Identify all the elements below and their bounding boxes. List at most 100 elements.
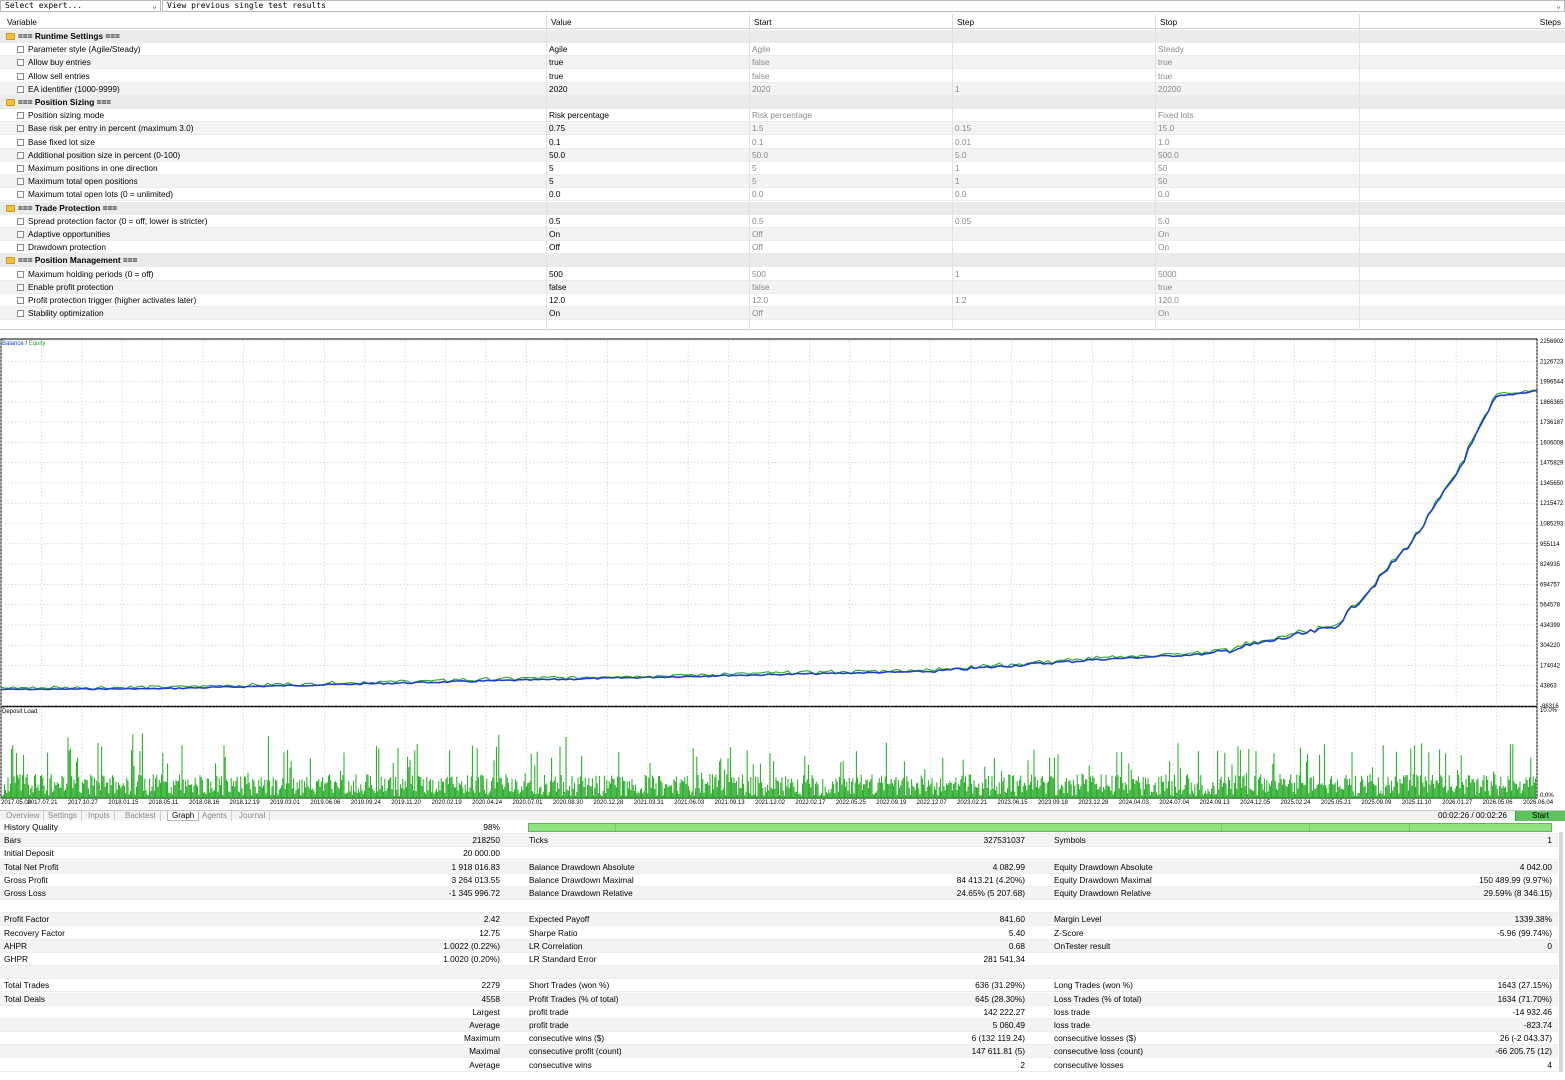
input-row[interactable]: Allow sell entries true false true <box>0 70 1565 83</box>
optimize-checkbox[interactable] <box>17 283 24 291</box>
input-stop[interactable]: On <box>1158 307 1169 320</box>
input-start[interactable]: false <box>752 281 770 294</box>
input-value[interactable]: true <box>549 70 563 83</box>
input-step[interactable]: 1 <box>955 162 960 175</box>
optimize-checkbox[interactable] <box>17 244 24 252</box>
input-row[interactable]: EA identifier (1000-9999) 2020 2020 1 20200 <box>0 82 1565 96</box>
input-start[interactable]: 1.5 <box>752 122 764 135</box>
input-value[interactable]: 2020 <box>549 83 567 96</box>
input-value[interactable]: false <box>549 281 567 294</box>
input-value[interactable]: Agile <box>549 43 567 56</box>
input-start[interactable]: 0.1 <box>752 136 764 149</box>
input-step[interactable]: 1 <box>955 268 960 281</box>
input-stop[interactable]: 50 <box>1158 162 1167 175</box>
input-value[interactable]: On <box>549 307 560 320</box>
expert-select[interactable]: Select expert... ⌄ <box>0 0 161 12</box>
input-stop[interactable]: 0.0 <box>1158 188 1170 201</box>
input-row[interactable]: Base risk per entry in percent (maximum … <box>0 122 1565 136</box>
optimize-checkbox[interactable] <box>17 231 24 238</box>
input-group-row[interactable]: === Position Management === <box>0 254 1565 268</box>
input-row[interactable]: Profit protection trigger (higher activa… <box>0 294 1565 307</box>
input-start[interactable]: false <box>752 56 770 69</box>
optimize-checkbox[interactable] <box>17 297 24 304</box>
header-variable[interactable]: Variable <box>7 17 37 27</box>
input-start[interactable]: 50.0 <box>752 149 768 162</box>
optimize-checkbox[interactable] <box>17 191 24 199</box>
input-step[interactable]: 5.0 <box>955 149 967 162</box>
input-step[interactable]: 1.2 <box>955 294 967 307</box>
input-start[interactable]: 0.0 <box>752 188 764 201</box>
input-value[interactable]: 12.0 <box>549 294 565 307</box>
input-start[interactable]: 5 <box>752 162 757 175</box>
input-stop[interactable]: true <box>1158 281 1172 294</box>
input-row[interactable]: Position sizing mode Risk percentage Risk … <box>0 109 1565 123</box>
input-value[interactable]: 0.5 <box>549 215 561 228</box>
header-steps[interactable]: Steps <box>1540 17 1561 27</box>
input-value[interactable]: 0.0 <box>549 188 561 201</box>
input-value[interactable]: true <box>549 56 563 69</box>
input-value[interactable]: 0.1 <box>549 136 561 149</box>
input-stop[interactable]: 5.0 <box>1158 215 1170 228</box>
input-start[interactable]: Risk percentage <box>752 109 812 122</box>
input-value[interactable]: 0.75 <box>549 122 565 135</box>
optimize-checkbox[interactable] <box>17 165 24 172</box>
input-value[interactable]: 5 <box>549 162 554 175</box>
input-value[interactable]: 500 <box>549 268 563 281</box>
input-stop[interactable]: On <box>1158 241 1169 254</box>
input-row[interactable]: Adaptive opportunities On Off On <box>0 228 1565 241</box>
optimize-checkbox[interactable] <box>17 125 24 133</box>
input-start[interactable]: Off <box>752 228 763 241</box>
input-value[interactable]: 5 <box>549 175 554 188</box>
input-start[interactable]: 500 <box>752 268 766 281</box>
input-step[interactable]: 0.15 <box>955 122 971 135</box>
input-start[interactable]: Agile <box>752 43 770 56</box>
optimize-checkbox[interactable] <box>17 112 24 120</box>
input-start[interactable]: 2020 <box>752 83 770 96</box>
input-row[interactable]: Enable profit protection false false true <box>0 280 1565 294</box>
input-stop[interactable]: 50 <box>1158 175 1167 188</box>
input-stop[interactable]: true <box>1158 70 1172 83</box>
input-step[interactable]: 0.01 <box>955 136 971 149</box>
input-start[interactable]: 12.0 <box>752 294 768 307</box>
input-stop[interactable]: 15.0 <box>1158 122 1174 135</box>
input-row[interactable]: Base fixed lot size 0.1 0.1 0.01 1.0 <box>0 136 1565 149</box>
input-stop[interactable]: Fixed lots <box>1158 109 1194 122</box>
input-row[interactable]: Maximum total open lots (0 = unlimited) 0… <box>0 188 1565 202</box>
input-start[interactable]: Off <box>752 241 763 254</box>
input-value[interactable]: On <box>549 228 560 241</box>
input-stop[interactable]: 120.0 <box>1158 294 1179 307</box>
input-stop[interactable]: 1.0 <box>1158 136 1170 149</box>
header-step[interactable]: Step <box>957 17 974 27</box>
input-row[interactable]: Maximum positions in one direction 5 5 1 50 <box>0 162 1565 175</box>
input-row[interactable]: Drawdown protection Off Off On <box>0 241 1565 255</box>
optimize-checkbox[interactable] <box>17 138 24 146</box>
optimize-checkbox[interactable] <box>17 151 24 159</box>
input-stop[interactable]: 500.0 <box>1158 149 1179 162</box>
optimize-checkbox[interactable] <box>17 46 24 54</box>
input-value[interactable]: Off <box>549 241 560 254</box>
optimize-checkbox[interactable] <box>17 217 24 225</box>
input-value[interactable]: 50.0 <box>549 149 565 162</box>
optimize-checkbox[interactable] <box>17 270 24 278</box>
input-step[interactable]: 1 <box>955 175 960 188</box>
optimize-checkbox[interactable] <box>17 59 24 67</box>
input-row[interactable]: Spread protection factor (0 = off; lower… <box>0 215 1565 228</box>
results-select[interactable]: View previous single test results ⌄ <box>162 0 1565 12</box>
header-start[interactable]: Start <box>754 17 772 27</box>
input-row[interactable]: Stability optimization On Off On <box>0 307 1565 321</box>
input-row[interactable]: Allow buy entries true false true <box>0 56 1565 70</box>
results-scrollbar[interactable] <box>1559 832 1563 1072</box>
input-start[interactable]: Off <box>752 307 763 320</box>
input-stop[interactable]: 20200 <box>1158 83 1181 96</box>
input-row[interactable]: Parameter style (Agile/Steady) Agile Agile… <box>0 43 1565 57</box>
input-start[interactable]: 5 <box>752 175 757 188</box>
input-stop[interactable]: true <box>1158 56 1172 69</box>
header-value[interactable]: Value <box>551 17 572 27</box>
optimize-checkbox[interactable] <box>17 85 24 93</box>
input-step[interactable]: 0.0 <box>955 188 967 201</box>
input-value[interactable]: Risk percentage <box>549 109 609 122</box>
input-start[interactable]: 0.5 <box>752 215 764 228</box>
input-group-row[interactable]: === Position Sizing === <box>0 96 1565 109</box>
input-stop[interactable]: On <box>1158 228 1169 241</box>
input-row[interactable]: Additional position size in percent (0-1… <box>0 148 1565 162</box>
